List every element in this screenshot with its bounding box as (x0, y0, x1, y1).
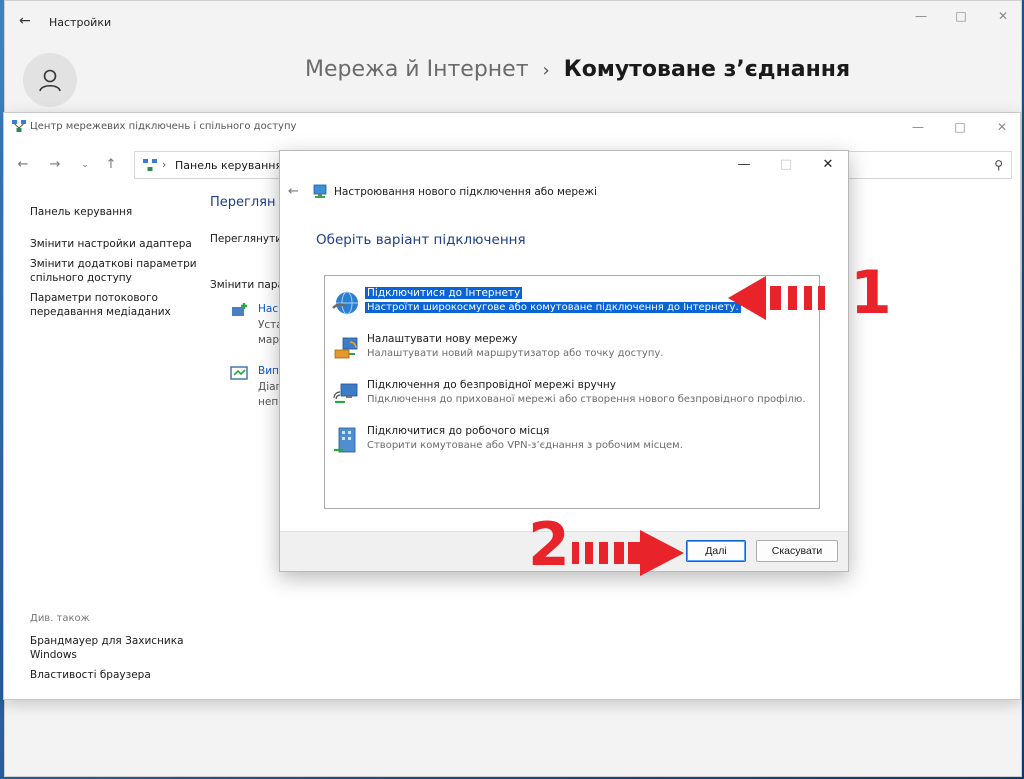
option-connect-workplace[interactable]: Підключитися до робочого місця Створити … (327, 422, 817, 462)
option-new-network[interactable]: Налаштувати нову мережу Налаштувати нови… (327, 330, 817, 370)
see-also-section: Див. також Брандмауер для Захисника Wind… (30, 613, 200, 690)
maximize-icon: □ (779, 157, 793, 172)
maximize-icon[interactable]: □ (947, 7, 975, 25)
sidebar-item-sharing-settings[interactable]: Змінити додаткові параметри спільного до… (30, 257, 200, 285)
main-text-change: Змінити пара (210, 279, 284, 291)
main-text-view: Переглянути (210, 233, 283, 245)
option-title: Підключитися до робочого місця (367, 425, 550, 437)
workplace-icon (334, 427, 356, 453)
network-center-main: Переглян Переглянути Змінити пара Нас Ус… (210, 195, 284, 408)
main-sub-troubleshoot-2: неп (258, 396, 279, 408)
user-icon (39, 69, 61, 92)
network-center-icon (12, 120, 26, 132)
main-sub-new-connection-2: мар (258, 334, 280, 346)
dialog-title: Настроювання нового підключення або мере… (334, 186, 597, 198)
option-description: Створити комутоване або VPN-з’єднання з … (367, 440, 683, 451)
see-also-browser-properties-link[interactable]: Властивості браузера (30, 668, 200, 682)
minimize-icon[interactable]: — (907, 7, 935, 25)
sidebar-item-adapter-settings[interactable]: Змінити настройки адаптера (30, 237, 200, 251)
control-panel-icon (143, 159, 157, 171)
sidebar-item-control-panel[interactable]: Панель керування (30, 205, 200, 219)
router-icon (334, 337, 358, 359)
settings-breadcrumb: Мережа й Інтернет › Комутоване з’єднання (305, 57, 850, 82)
option-title: Підключення до безпровідної мережі вручн… (367, 379, 616, 391)
close-icon[interactable]: ✕ (814, 155, 842, 175)
search-icon[interactable]: ⚲ (994, 158, 1003, 172)
annotation-arrow-step1 (728, 276, 825, 320)
sidebar-item-media-streaming[interactable]: Параметри потокового передавання медіада… (30, 291, 200, 319)
back-arrow-icon[interactable]: ← (19, 13, 35, 29)
option-description: Налаштувати новий маршрутизатор або точк… (367, 348, 664, 359)
maximize-icon[interactable]: □ (946, 118, 974, 136)
new-connection-icon (232, 303, 247, 316)
option-description: Підключення до прихованої мережі або ств… (367, 394, 806, 405)
back-arrow-icon[interactable]: ← (14, 157, 32, 172)
back-arrow-icon[interactable]: ← (288, 184, 299, 199)
network-setup-icon (313, 184, 327, 198)
wireless-icon (333, 383, 358, 404)
cancel-button[interactable]: Скасувати (756, 540, 838, 562)
annotation-arrow-step2 (572, 530, 684, 576)
breadcrumb-separator: › (542, 60, 550, 81)
network-center-titlebar: Центр мережевих підключень і спільного д… (4, 113, 1020, 141)
up-arrow-icon[interactable]: ↑ (102, 157, 120, 172)
breadcrumb-parent[interactable]: Мережа й Інтернет (305, 57, 529, 82)
main-heading: Переглян (210, 195, 276, 210)
network-center-sidebar: Панель керування Змінити настройки адапт… (30, 205, 200, 327)
option-title: Підключитися до Інтернету (365, 287, 523, 299)
see-also-firewall-link[interactable]: Брандмауер для Захисника Windows (30, 634, 200, 662)
globe-icon (332, 291, 358, 315)
option-description: Настроїти широкосмугове або комутоване п… (365, 302, 741, 313)
setup-connection-dialog: — □ ✕ ← Настроювання нового підключення … (279, 150, 849, 572)
chevron-down-icon[interactable]: ⌄ (76, 160, 94, 170)
close-icon[interactable]: ✕ (989, 7, 1017, 25)
main-link-new-connection[interactable]: Нас (258, 303, 278, 315)
option-title: Налаштувати нову мережу (367, 333, 518, 345)
settings-titlebar: ← Настройки — □ ✕ (5, 1, 1021, 43)
settings-title: Настройки (49, 16, 112, 29)
minimize-icon[interactable]: — (730, 155, 758, 175)
annotation-step2-number: 2 (528, 510, 570, 580)
see-also-heading: Див. також (30, 613, 90, 624)
next-button[interactable]: Далі (686, 540, 746, 562)
option-manual-wireless[interactable]: Підключення до безпровідної мережі вручн… (327, 376, 817, 416)
forward-arrow-icon[interactable]: → (46, 157, 64, 172)
user-avatar[interactable] (23, 53, 77, 107)
main-sub-troubleshoot-1: Діаг (258, 381, 282, 393)
dialog-heading: Оберіть варіант підключення (316, 232, 526, 248)
annotation-step1-number: 1 (850, 258, 892, 328)
address-text: Панель керування (175, 159, 283, 172)
close-icon[interactable]: ✕ (988, 118, 1016, 136)
address-separator: › (162, 158, 167, 171)
minimize-icon[interactable]: — (904, 118, 932, 136)
troubleshoot-icon (230, 366, 248, 380)
network-center-title: Центр мережевих підключень і спільного д… (30, 121, 297, 132)
breadcrumb-current: Комутоване з’єднання (563, 57, 851, 82)
main-link-troubleshoot[interactable]: Вип (258, 365, 279, 377)
